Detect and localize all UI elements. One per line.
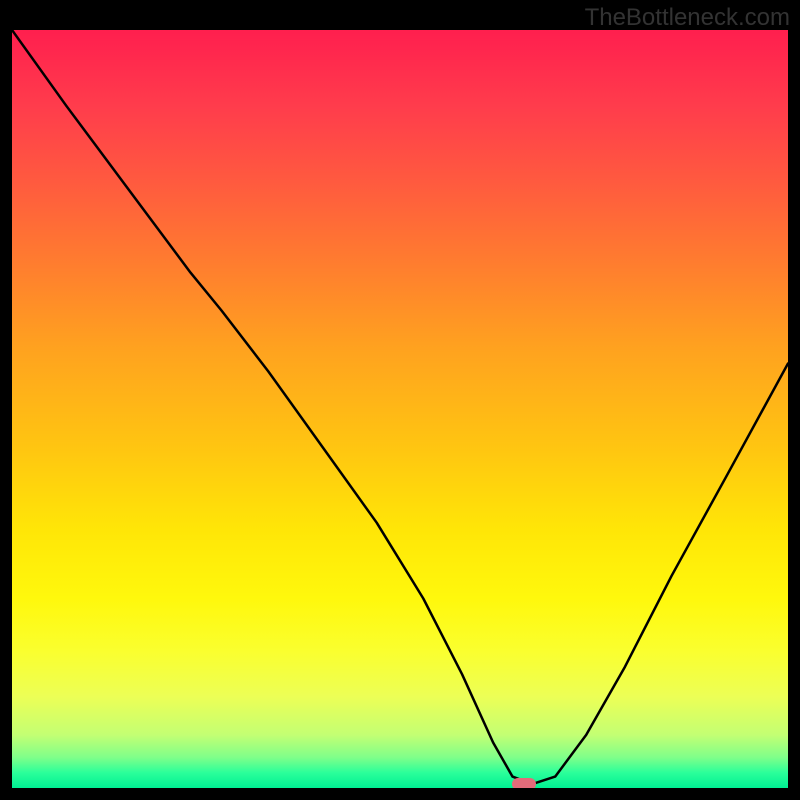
axis-bottom [0,788,800,800]
axis-left [0,0,12,800]
plot-area [12,30,788,788]
watermark-text: TheBottleneck.com [585,4,790,32]
bottleneck-curve [12,30,788,788]
